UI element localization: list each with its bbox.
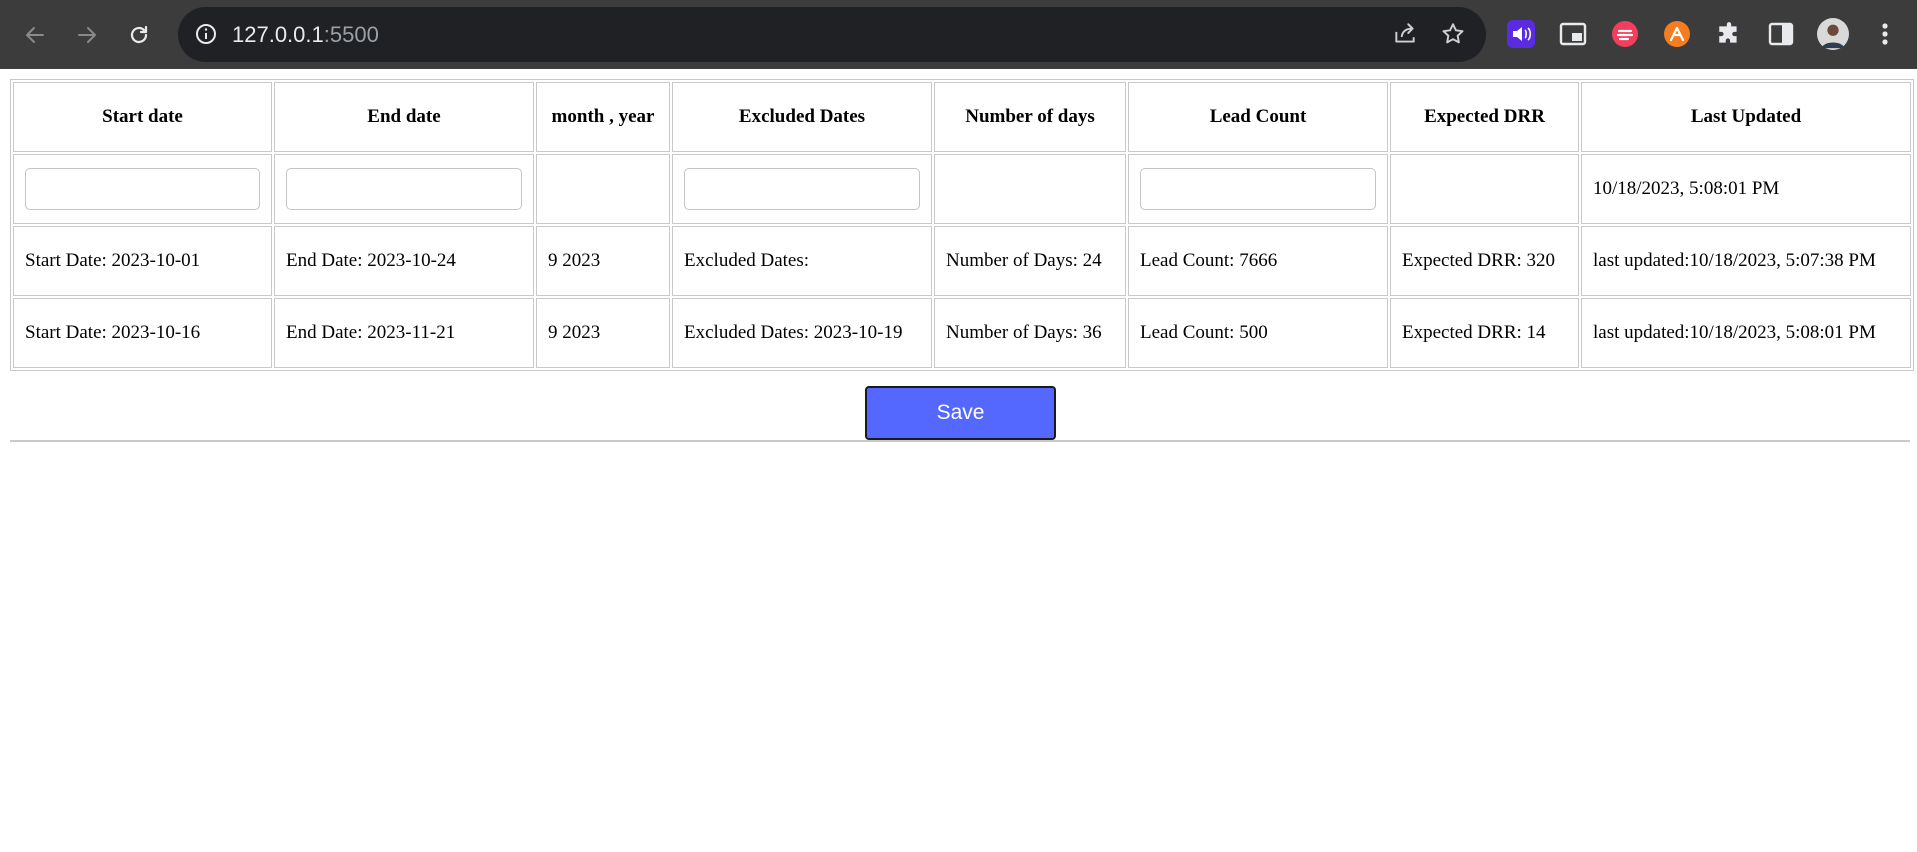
data-table: Start date End date month , year Exclude… <box>10 79 1914 371</box>
side-panel-icon[interactable] <box>1765 18 1797 50</box>
excluded-dates-cell <box>672 154 932 224</box>
row-end-date: End Date: 2023-10-24 <box>274 226 534 296</box>
lead-count-input[interactable] <box>1140 168 1376 210</box>
header-last-updated: Last Updated <box>1581 82 1911 152</box>
header-month-year: month , year <box>536 82 670 152</box>
divider <box>10 440 1910 442</box>
row-lead-count: Lead Count: 7666 <box>1128 226 1388 296</box>
number-of-days-cell <box>934 154 1126 224</box>
row-expected-drr: Expected DRR: 320 <box>1390 226 1579 296</box>
arrow-left-icon <box>26 27 44 43</box>
url-host: 127.0.0.1 <box>232 22 324 47</box>
row-expected-drr: Expected DRR: 14 <box>1390 298 1579 368</box>
row-start-date: Start Date: 2023-10-01 <box>13 226 272 296</box>
header-excluded-dates: Excluded Dates <box>672 82 932 152</box>
address-bar[interactable]: 127.0.0.1:5500 <box>178 7 1486 62</box>
table-row: Start Date: 2023-10-01 End Date: 2023-10… <box>13 226 1911 296</box>
reload-button[interactable] <box>118 14 160 56</box>
star-icon[interactable] <box>1440 21 1466 47</box>
browser-toolbar: 127.0.0.1:5500 <box>0 0 1917 69</box>
back-button[interactable] <box>14 14 56 56</box>
url-port: :5500 <box>323 22 379 47</box>
row-last-updated: last updated:10/18/2023, 5:07:38 PM <box>1581 226 1911 296</box>
row-month-year: 9 2023 <box>536 298 670 368</box>
header-number-of-days: Number of days <box>934 82 1126 152</box>
excluded-dates-input[interactable] <box>684 168 920 210</box>
red-extension-icon[interactable] <box>1609 18 1641 50</box>
orange-extension-icon[interactable] <box>1661 18 1693 50</box>
end-date-input[interactable] <box>286 168 522 210</box>
header-end-date: End date <box>274 82 534 152</box>
save-button[interactable]: Save <box>865 386 1056 440</box>
profile-avatar[interactable] <box>1817 18 1849 50</box>
kebab-menu-icon[interactable] <box>1869 18 1901 50</box>
start-date-cell <box>13 154 272 224</box>
input-row: 10/18/2023, 5:08:01 PM <box>13 154 1911 224</box>
picture-in-picture-icon[interactable] <box>1557 18 1589 50</box>
reload-icon <box>130 25 148 44</box>
end-date-cell <box>274 154 534 224</box>
page-content: Start date End date month , year Exclude… <box>0 69 1917 852</box>
header-start-date: Start date <box>13 82 272 152</box>
arrow-right-icon <box>78 27 96 43</box>
puzzle-extensions-icon[interactable] <box>1713 18 1745 50</box>
row-start-date: Start Date: 2023-10-16 <box>13 298 272 368</box>
url-text[interactable]: 127.0.0.1:5500 <box>232 7 379 62</box>
row-last-updated: last updated:10/18/2023, 5:08:01 PM <box>1581 298 1911 368</box>
row-excluded-dates: Excluded Dates: <box>672 226 932 296</box>
row-lead-count: Lead Count: 500 <box>1128 298 1388 368</box>
last-updated-cell: 10/18/2023, 5:08:01 PM <box>1581 154 1911 224</box>
start-date-input[interactable] <box>25 168 260 210</box>
row-number-of-days: Number of Days: 24 <box>934 226 1126 296</box>
row-end-date: End Date: 2023-11-21 <box>274 298 534 368</box>
audio-extension-icon[interactable] <box>1505 18 1537 50</box>
lead-count-cell <box>1128 154 1388 224</box>
row-excluded-dates: Excluded Dates: 2023-10-19 <box>672 298 932 368</box>
table-row: Start Date: 2023-10-16 End Date: 2023-11… <box>13 298 1911 368</box>
header-expected-drr: Expected DRR <box>1390 82 1579 152</box>
expected-drr-cell <box>1390 154 1579 224</box>
forward-button[interactable] <box>66 14 108 56</box>
header-lead-count: Lead Count <box>1128 82 1388 152</box>
row-month-year: 9 2023 <box>536 226 670 296</box>
row-number-of-days: Number of Days: 36 <box>934 298 1126 368</box>
month-year-cell <box>536 154 670 224</box>
share-icon[interactable] <box>1392 21 1418 47</box>
info-icon[interactable] <box>194 22 218 46</box>
header-row: Start date End date month , year Exclude… <box>13 82 1911 152</box>
